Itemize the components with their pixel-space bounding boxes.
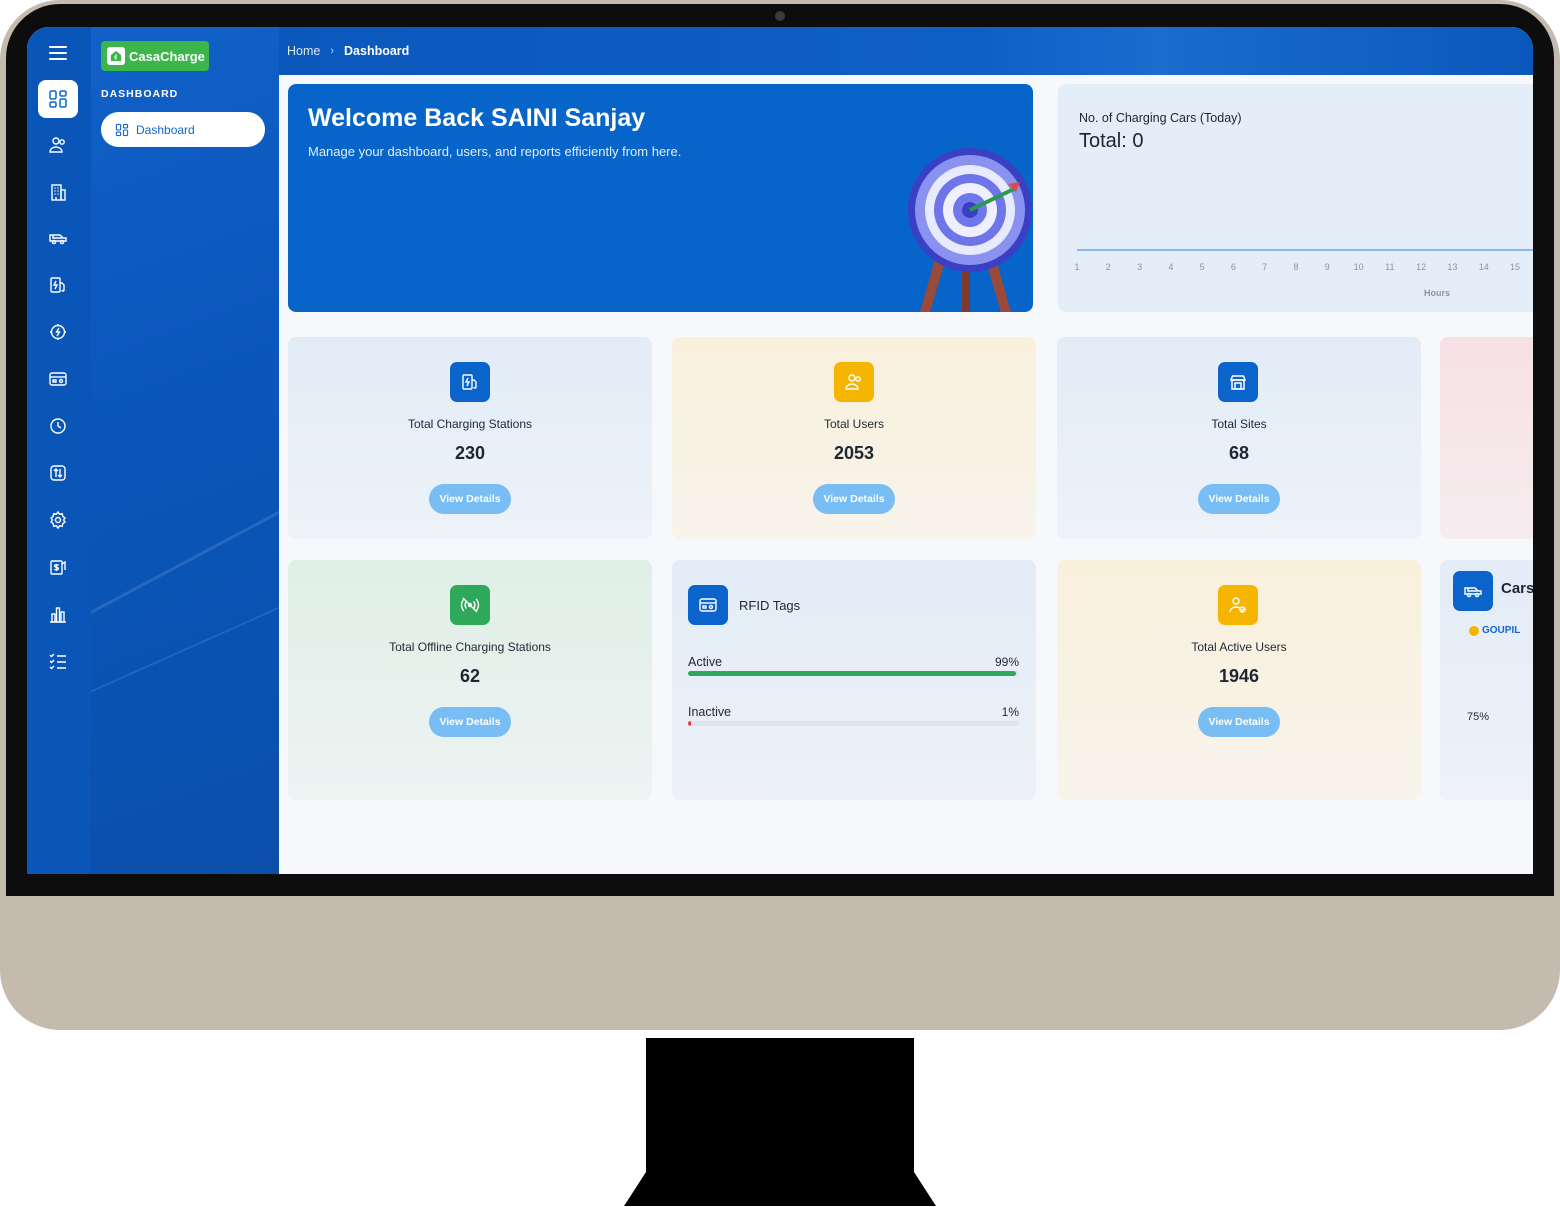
users-icon — [834, 362, 874, 402]
stat-label: Total Active Users — [1191, 640, 1287, 654]
car-icon — [1453, 571, 1493, 611]
menu-toggle-icon[interactable] — [49, 46, 67, 60]
chevron-right-icon: › — [330, 45, 335, 57]
brand-logo[interactable]: CasaCharge — [101, 41, 209, 71]
stat-value: 1946 — [1218, 666, 1260, 686]
view-details-button[interactable]: View Details — [1198, 484, 1280, 514]
view-details-button[interactable]: View Details — [429, 484, 511, 514]
rfid-tags-card: RFID Tags Active 99% Inactive 1% — [672, 560, 1036, 800]
stat-label: Total Users — [823, 417, 885, 431]
stat-label: Total Charging Stations — [407, 417, 533, 431]
rail-reports-icon[interactable] — [38, 595, 78, 633]
x-tick-label: 7 — [1262, 262, 1267, 272]
rfid-active-fill — [688, 671, 1016, 676]
x-tick-label: 11 — [1385, 262, 1394, 272]
side-panel — [91, 27, 279, 874]
store-icon — [1218, 362, 1258, 402]
stat-label: Total Sites — [1211, 417, 1267, 431]
rfid-card-icon — [688, 585, 728, 625]
monitor-stand — [646, 1038, 914, 1178]
rail-building-icon[interactable] — [38, 173, 78, 211]
x-tick-label: 14 — [1479, 262, 1489, 272]
x-tick-label: 8 — [1293, 262, 1298, 272]
offline-stations-card: Total Offline Charging Stations 62 View … — [288, 560, 652, 800]
x-axis-label: Hours — [1424, 288, 1450, 298]
charging-line-chart: 1 2 3 4 5 6 7 8 9 10 11 12 13 14 15Hours — [1074, 249, 1533, 298]
rfid-title: RFID Tags — [739, 598, 801, 613]
breadcrumb-current: Dashboard — [344, 44, 410, 58]
breadcrumb: Home › Dashboard — [287, 44, 409, 58]
rail-billing-icon[interactable] — [38, 548, 78, 586]
x-tick-label: 5 — [1200, 262, 1205, 272]
stat-label: Total Offline Charging Stations — [389, 640, 551, 654]
sidebar-section-title: DASHBOARD — [101, 88, 179, 100]
rfid-inactive-fill — [688, 721, 692, 726]
top-bar — [279, 27, 1533, 75]
logo-house-icon — [107, 47, 125, 65]
x-tick-label: 13 — [1447, 262, 1457, 272]
cars-percent-label: 75% — [1467, 711, 1490, 723]
cars-legend: GOUPIL — [1469, 625, 1520, 636]
x-tick-label: 1 — [1074, 262, 1079, 272]
rail-checklist-icon[interactable] — [38, 642, 78, 680]
rfid-active-label: Active — [688, 655, 723, 669]
rfid-active-percent: 99% — [994, 655, 1019, 669]
dashboard-icon — [115, 123, 129, 136]
x-tick-label: 6 — [1231, 262, 1236, 272]
x-tick-label: 2 — [1106, 262, 1111, 272]
welcome-subtitle: Manage your dashboard, users, and report… — [308, 144, 682, 159]
rail-energy-settings-icon[interactable] — [38, 313, 78, 351]
x-tick-label: 9 — [1325, 262, 1330, 272]
rail-charging-station-icon[interactable] — [38, 266, 78, 304]
cars-card: Cars GOUPIL 75% — [1440, 560, 1533, 800]
signal-off-icon — [450, 585, 490, 625]
charging-station-icon — [450, 362, 490, 402]
x-tick-label: 15 — [1510, 262, 1520, 272]
x-tick-label: 10 — [1354, 262, 1364, 272]
charging-cars-card: No. of Charging Cars (Today) Total: 0 12… — [1058, 84, 1533, 312]
x-tick-label: 3 — [1137, 262, 1142, 272]
sidebar-item-dashboard[interactable]: Dashboard — [101, 112, 265, 147]
stat-value: 230 — [454, 443, 486, 463]
rfid-inactive-bar — [688, 721, 1019, 726]
stations-card: Total Charging Stations 230 View Details — [288, 337, 652, 539]
webcam — [775, 11, 785, 21]
welcome-card: Welcome Back SAINI Sanjay Manage your da… — [288, 84, 1033, 312]
view-details-button[interactable]: View Details — [429, 707, 511, 737]
rail-settings-icon[interactable] — [38, 501, 78, 539]
view-details-button[interactable]: View Details — [1198, 707, 1280, 737]
stat-value: 2053 — [833, 443, 875, 463]
icon-rail — [27, 27, 91, 874]
stat-value: 68 — [1228, 443, 1250, 463]
rail-dashboard-icon[interactable] — [38, 80, 78, 118]
legend-dot — [1469, 625, 1479, 636]
users-card: Total Users 2053 View Details — [672, 337, 1036, 539]
sites-card: Total Sites 68 View Details — [1057, 337, 1421, 539]
active-users-card: Total Active Users 1946 View Details — [1057, 560, 1421, 800]
welcome-title: Welcome Back SAINI Sanjay — [308, 104, 646, 132]
rfid-inactive-percent: 1% — [1001, 705, 1019, 719]
legend-label: GOUPIL — [1482, 625, 1521, 636]
rail-history-icon[interactable] — [38, 407, 78, 445]
sidebar-item-label: Dashboard — [136, 122, 195, 137]
rail-transfer-icon[interactable] — [38, 454, 78, 492]
monitor-base — [624, 1172, 936, 1206]
x-tick-label: 4 — [1168, 262, 1173, 272]
rfid-active-bar — [688, 671, 1019, 676]
view-details-button[interactable]: View Details — [813, 484, 895, 514]
rail-users-icon[interactable] — [38, 126, 78, 164]
stat-value: 62 — [459, 666, 481, 686]
brand-name: CasaCharge — [129, 48, 205, 64]
app-screen: CasaCharge DASHBOARD Dashboard Home › Da… — [27, 27, 1533, 874]
rail-card-icon[interactable] — [38, 360, 78, 398]
rail-car-icon[interactable] — [38, 219, 78, 257]
active-user-icon — [1218, 585, 1258, 625]
target-illustration-icon — [908, 148, 1032, 312]
breadcrumb-home[interactable]: Home — [287, 44, 320, 58]
cars-title: Cars — [1501, 580, 1533, 597]
x-tick-label: 12 — [1416, 262, 1426, 272]
partial-stat-card — [1440, 337, 1533, 539]
rfid-inactive-label: Inactive — [688, 705, 732, 719]
